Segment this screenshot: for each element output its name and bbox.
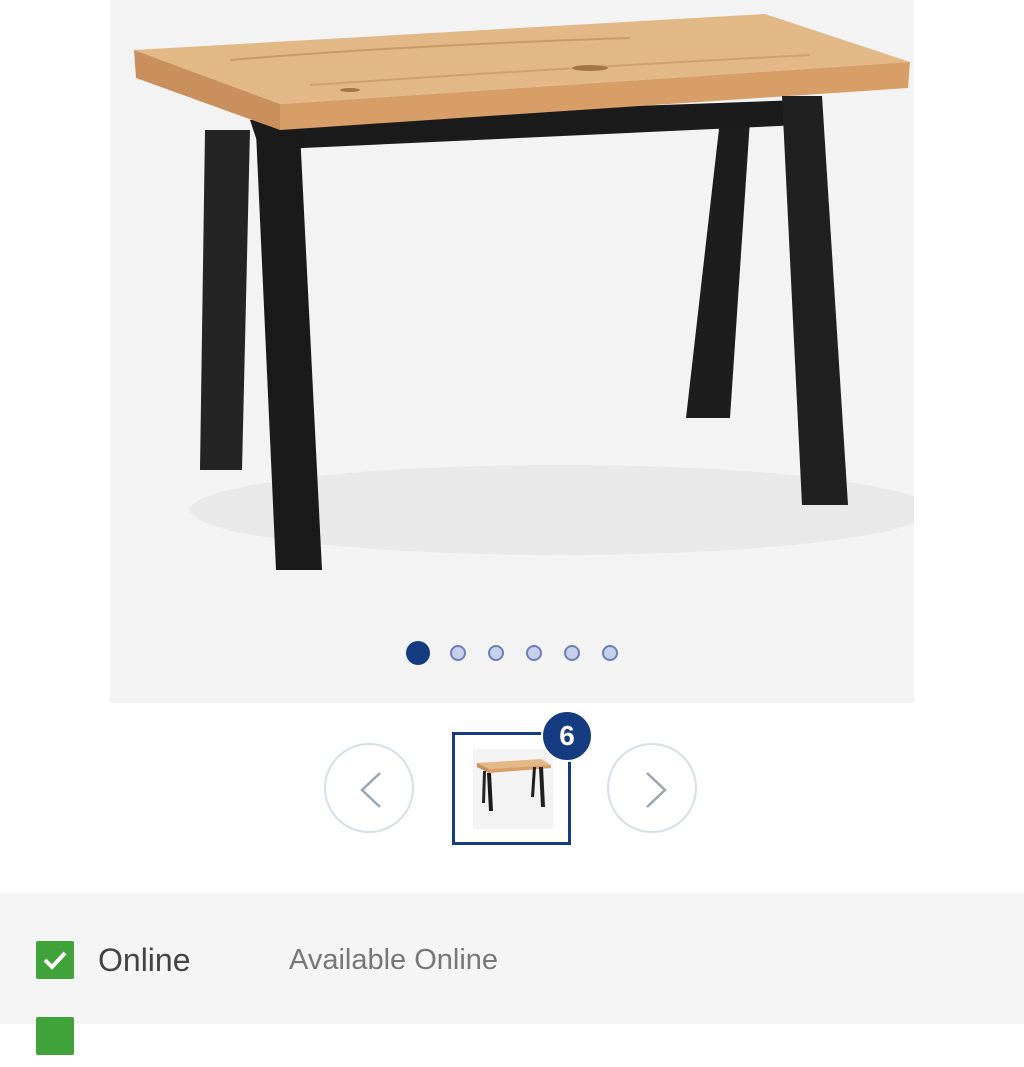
availability-value: Available Online (289, 944, 499, 976)
carousel-dot-5[interactable] (564, 645, 580, 661)
product-image (134, 14, 914, 570)
chevron-left-icon (360, 772, 381, 808)
carousel-dot-3[interactable] (488, 645, 504, 661)
carousel-dots (110, 641, 914, 665)
carousel-dot-2[interactable] (450, 645, 466, 661)
availability-section: Online Available Online (0, 893, 1024, 1055)
checkmark-icon (43, 951, 67, 970)
checkbox-second (36, 1017, 74, 1055)
availability-row-second (0, 1017, 1024, 1067)
carousel-dot-4[interactable] (526, 645, 542, 661)
thumbnail-desk-image (473, 749, 553, 829)
image-count-badge: 6 (541, 710, 593, 762)
availability-row-online: Online Available Online (0, 941, 1024, 991)
carousel-dot-1[interactable] (406, 641, 430, 665)
chevron-right-icon (646, 772, 667, 808)
checkbox-online (36, 941, 74, 979)
product-image-gallery[interactable] (110, 0, 914, 703)
previous-image-button[interactable] (324, 743, 414, 833)
availability-label: Online (98, 942, 191, 978)
next-image-button[interactable] (607, 743, 697, 833)
carousel-dot-6[interactable] (602, 645, 618, 661)
